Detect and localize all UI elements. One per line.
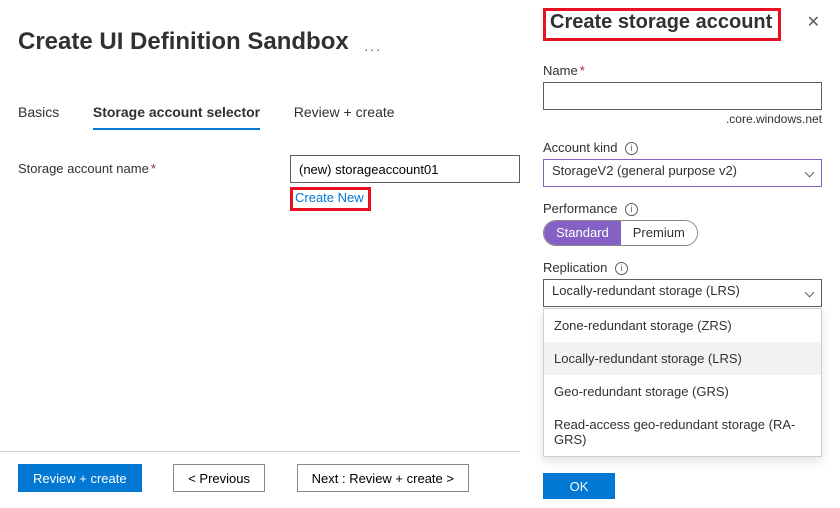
tab-basics[interactable]: Basics bbox=[18, 98, 59, 130]
replication-select[interactable]: Locally-redundant storage (LRS) bbox=[543, 279, 822, 307]
tab-storage-selector[interactable]: Storage account selector bbox=[93, 98, 260, 130]
info-icon[interactable]: i bbox=[625, 142, 638, 155]
performance-toggle: Standard Premium bbox=[543, 220, 698, 246]
tab-review-create[interactable]: Review + create bbox=[294, 98, 395, 130]
create-storage-panel: Create storage account ✕ Name* .core.win… bbox=[535, 0, 840, 508]
create-new-link[interactable]: Create New bbox=[290, 187, 371, 211]
storage-name-input[interactable] bbox=[290, 155, 520, 183]
chevron-down-icon bbox=[805, 288, 815, 298]
info-icon[interactable]: i bbox=[625, 203, 638, 216]
tab-bar: Basics Storage account selector Review +… bbox=[18, 98, 520, 131]
name-input[interactable] bbox=[543, 82, 822, 110]
ok-button[interactable]: OK bbox=[543, 473, 615, 499]
name-label: Name* bbox=[543, 63, 822, 78]
replication-dropdown: Zone-redundant storage (ZRS) Locally-red… bbox=[543, 308, 822, 457]
info-icon[interactable]: i bbox=[615, 262, 628, 275]
chevron-down-icon bbox=[805, 168, 815, 178]
wizard-footer: Review + create < Previous Next : Review… bbox=[0, 451, 520, 508]
performance-label: Performance i bbox=[543, 201, 822, 216]
review-create-button[interactable]: Review + create bbox=[18, 464, 142, 492]
page-title: Create UI Definition Sandbox bbox=[18, 28, 349, 56]
account-kind-select[interactable]: StorageV2 (general purpose v2) bbox=[543, 159, 822, 187]
close-icon[interactable]: ✕ bbox=[805, 8, 822, 36]
panel-title-highlight: Create storage account bbox=[543, 8, 781, 41]
replication-option[interactable]: Zone-redundant storage (ZRS) bbox=[544, 309, 821, 342]
name-suffix: .core.windows.net bbox=[543, 112, 822, 126]
storage-name-label: Storage account name* bbox=[18, 155, 290, 176]
next-button[interactable]: Next : Review + create > bbox=[297, 464, 469, 492]
previous-button[interactable]: < Previous bbox=[173, 464, 265, 492]
replication-option[interactable]: Locally-redundant storage (LRS) bbox=[544, 342, 821, 375]
account-kind-label: Account kind i bbox=[543, 140, 822, 155]
more-icon[interactable]: ... bbox=[364, 38, 382, 54]
required-indicator: * bbox=[151, 161, 156, 176]
panel-title: Create storage account bbox=[550, 11, 772, 33]
replication-label: Replication i bbox=[543, 260, 822, 275]
replication-option[interactable]: Read-access geo-redundant storage (RA-GR… bbox=[544, 408, 821, 456]
replication-option[interactable]: Geo-redundant storage (GRS) bbox=[544, 375, 821, 408]
performance-premium[interactable]: Premium bbox=[621, 221, 697, 245]
performance-standard[interactable]: Standard bbox=[544, 221, 621, 245]
